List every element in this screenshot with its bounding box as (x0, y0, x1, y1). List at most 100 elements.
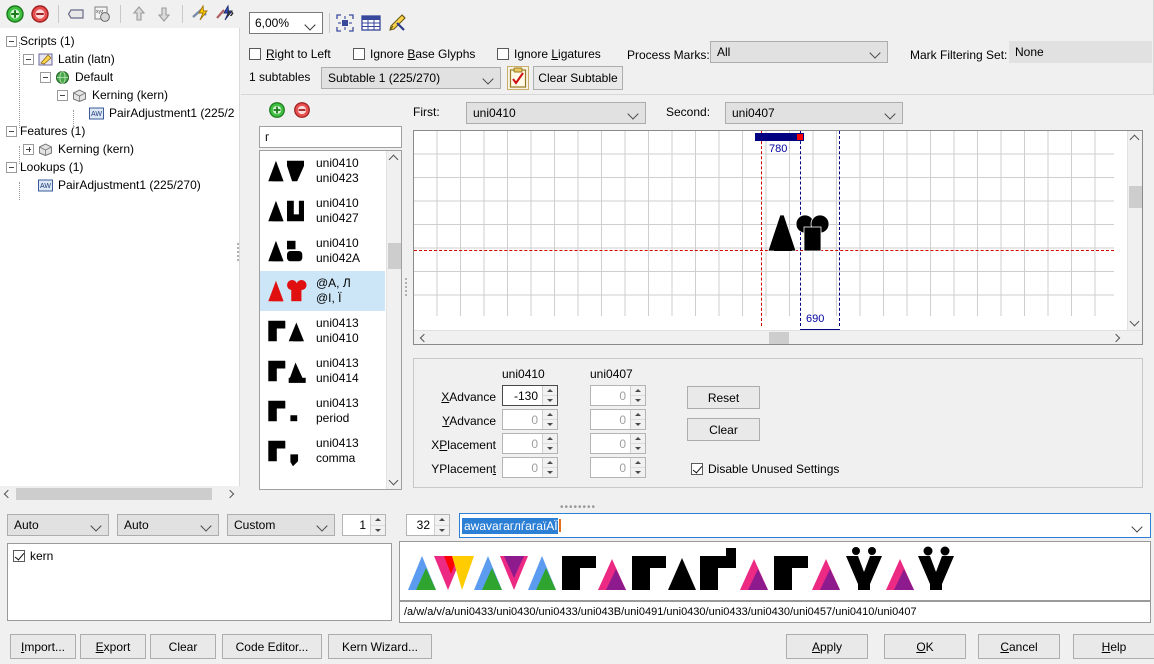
cancel-button[interactable]: Cancel (978, 634, 1060, 659)
scroll-up-arrow[interactable] (387, 151, 401, 166)
value-yadvance-col1-stepper[interactable]: 0 (502, 409, 558, 430)
value-input[interactable]: 0 (503, 458, 542, 477)
tree-node[interactable]: Features (1) (0, 122, 238, 140)
stepper-arrows[interactable] (630, 386, 645, 405)
tree-node[interactable]: Latin (latn) (0, 50, 238, 68)
value-yplacement-col1-stepper[interactable]: 0 (502, 457, 558, 478)
scroll-down-arrow[interactable] (1128, 315, 1142, 330)
move-up-icon[interactable] (128, 3, 150, 25)
stepper-arrows[interactable] (630, 458, 645, 477)
scroll-left-arrow[interactable] (416, 331, 431, 344)
scroll-thumb[interactable] (388, 243, 401, 269)
value-input[interactable]: 0 (503, 410, 542, 429)
pair-list-item[interactable]: uni0413 uni0410 (260, 311, 385, 351)
chevron-down-icon[interactable] (1133, 522, 1142, 531)
tree-node[interactable]: Lookups (1) (0, 158, 238, 176)
fit-to-selection-icon[interactable] (334, 12, 356, 34)
value-xplacement-col1-stepper[interactable]: 0 (502, 433, 558, 454)
line-count-stepper[interactable]: 1 (342, 514, 386, 536)
scroll-thumb[interactable] (1129, 186, 1142, 208)
scroll-down-arrow[interactable] (387, 474, 401, 489)
stepper-arrows[interactable] (542, 386, 557, 405)
stepper-arrows[interactable] (542, 434, 557, 453)
stepper-arrows[interactable] (370, 515, 385, 535)
preview-vertical-scrollbar[interactable] (1127, 131, 1142, 330)
scroll-up-arrow[interactable] (1128, 131, 1142, 146)
second-glyph-select[interactable]: uni0407 (725, 102, 903, 124)
toolbar-overflow-button[interactable]: » (226, 4, 234, 20)
pair-list-item[interactable]: uni0410 uni0423 (260, 151, 385, 191)
stepper-arrows[interactable] (630, 410, 645, 429)
remove-pair-icon[interactable] (292, 100, 314, 122)
first-advance-handle[interactable] (797, 134, 803, 140)
value-yplacement-col2-stepper[interactable]: 0 (590, 457, 646, 478)
collapse-icon[interactable] (6, 125, 17, 137)
horizontal-splitter-grip[interactable]: •••••••• (560, 502, 596, 513)
value-xadvance-col1-stepper[interactable]: -130 (502, 385, 558, 406)
collapse-icon[interactable] (6, 161, 17, 173)
lookup-tree[interactable]: Scripts (1) Latin (latn) Default Kerning (k… (0, 28, 240, 486)
clear-subtable-button[interactable]: Clear Subtable (533, 66, 623, 90)
collapse-icon[interactable] (23, 53, 34, 65)
edit-icon[interactable] (66, 3, 88, 25)
mark-filtering-set-field[interactable]: None (1009, 41, 1152, 63)
pair-list-item[interactable]: uni0413 uni0414 (260, 351, 385, 391)
import-button[interactable]: Import... (10, 634, 76, 659)
feature-mode-select[interactable]: Custom (227, 514, 335, 536)
vertical-splitter-grip[interactable] (237, 243, 239, 263)
zoom-level-combo[interactable]: 6,00% (249, 12, 323, 34)
xyz-icon[interactable]: xyz (91, 3, 113, 25)
tree-node[interactable]: Scripts (1) (0, 32, 238, 50)
stepper-arrows[interactable] (630, 434, 645, 453)
tree-node[interactable]: Default (0, 68, 238, 86)
reset-button[interactable]: Reset (687, 386, 760, 409)
first-glyph-select[interactable]: uni0410 (466, 102, 646, 124)
move-down-icon[interactable] (153, 3, 175, 25)
expand-icon[interactable] (23, 143, 34, 155)
value-input[interactable]: 0 (503, 434, 542, 453)
tree-node[interactable]: Kerning (kern) (0, 140, 238, 158)
subtable-select[interactable]: Subtable 1 (225/270) (321, 67, 501, 89)
pair-list-item[interactable]: uni0413 period (260, 391, 385, 431)
scroll-thumb[interactable] (769, 332, 789, 344)
value-yadvance-col2-stepper[interactable]: 0 (590, 409, 646, 430)
feature-item-kern[interactable]: kern (13, 549, 391, 563)
font-size-stepper[interactable]: 32 (406, 514, 450, 536)
pair-list-item[interactable]: uni0410 uni0427 (260, 191, 385, 231)
pair-list-scrollbar[interactable] (386, 151, 401, 489)
collapse-icon[interactable] (57, 89, 68, 101)
pair-list-item[interactable]: uni0410 uni042A (260, 231, 385, 271)
preview-horizontal-scrollbar[interactable] (414, 330, 1142, 344)
feature-checklist[interactable]: kern (7, 543, 392, 621)
value-xplacement-col2-stepper[interactable]: 0 (590, 433, 646, 454)
first-advance-bar[interactable] (755, 133, 804, 141)
tree-node[interactable]: AW PairAdjustment1 (225/2 (0, 104, 238, 122)
tree-node[interactable]: Kerning (kern) (0, 86, 238, 104)
code-editor-button[interactable]: Code Editor... (222, 634, 322, 659)
add-pair-icon[interactable] (267, 100, 289, 122)
value-input[interactable]: 0 (591, 458, 630, 477)
value-input[interactable]: 0 (591, 410, 630, 429)
remove-icon[interactable] (29, 3, 51, 25)
kern-preview[interactable]: 780 690 (413, 130, 1143, 345)
value-input[interactable]: -130 (503, 386, 542, 405)
stepper-arrows[interactable] (542, 458, 557, 477)
help-button[interactable]: Help (1073, 634, 1154, 659)
checkbox-ignore-base-glyphs[interactable]: Ignore Base Glyphs (353, 47, 475, 61)
add-icon[interactable] (4, 3, 26, 25)
value-input[interactable]: 0 (591, 434, 630, 453)
value-xadvance-col2-stepper[interactable]: 0 (590, 385, 646, 406)
export-button[interactable]: Export (80, 634, 146, 659)
apply-button[interactable]: Apply (786, 634, 868, 659)
pair-list[interactable]: uni0410 uni0423 uni0410 uni0427 uni0410 uni04… (259, 150, 402, 490)
checkbox-right-to-left[interactable]: Right to Left (249, 47, 331, 61)
kern-wizard-button[interactable]: Kern Wizard... (328, 634, 432, 659)
collapse-icon[interactable] (40, 71, 51, 83)
process-marks-select[interactable]: All (710, 41, 888, 63)
pair-list-item[interactable]: uni0413 comma (260, 431, 385, 471)
stepper-arrows[interactable] (542, 410, 557, 429)
script-select[interactable]: Auto (7, 514, 109, 536)
scroll-right-arrow[interactable] (1108, 331, 1123, 344)
glyph-search-input[interactable]: г (259, 126, 402, 148)
tree-node[interactable]: AW PairAdjustment1 (225/270) (0, 176, 238, 194)
